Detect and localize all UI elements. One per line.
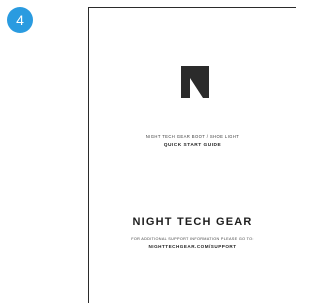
support-url-text: NIGHTTECHGEAR.COM/SUPPORT <box>148 244 237 249</box>
guide-title: QUICK START GUIDE <box>163 143 222 148</box>
instruction-step: 4 NIGHT TECH GEAR BOOT / SHOE LIGHT QUIC… <box>0 0 297 303</box>
brand-wordmark: NIGHT TECH GEAR <box>132 216 253 228</box>
step-number-badge: 4 <box>7 7 33 33</box>
product-line-text: NIGHT TECH GEAR BOOT / SHOE LIGHT <box>145 134 240 139</box>
quick-start-booklet-cover: NIGHT TECH GEAR BOOT / SHOE LIGHT QUICK … <box>88 7 296 303</box>
support-note-text: FOR ADDITIONAL SUPPORT INFORMATION PLEAS… <box>131 237 254 241</box>
nighttech-n-logo-icon <box>181 66 209 98</box>
